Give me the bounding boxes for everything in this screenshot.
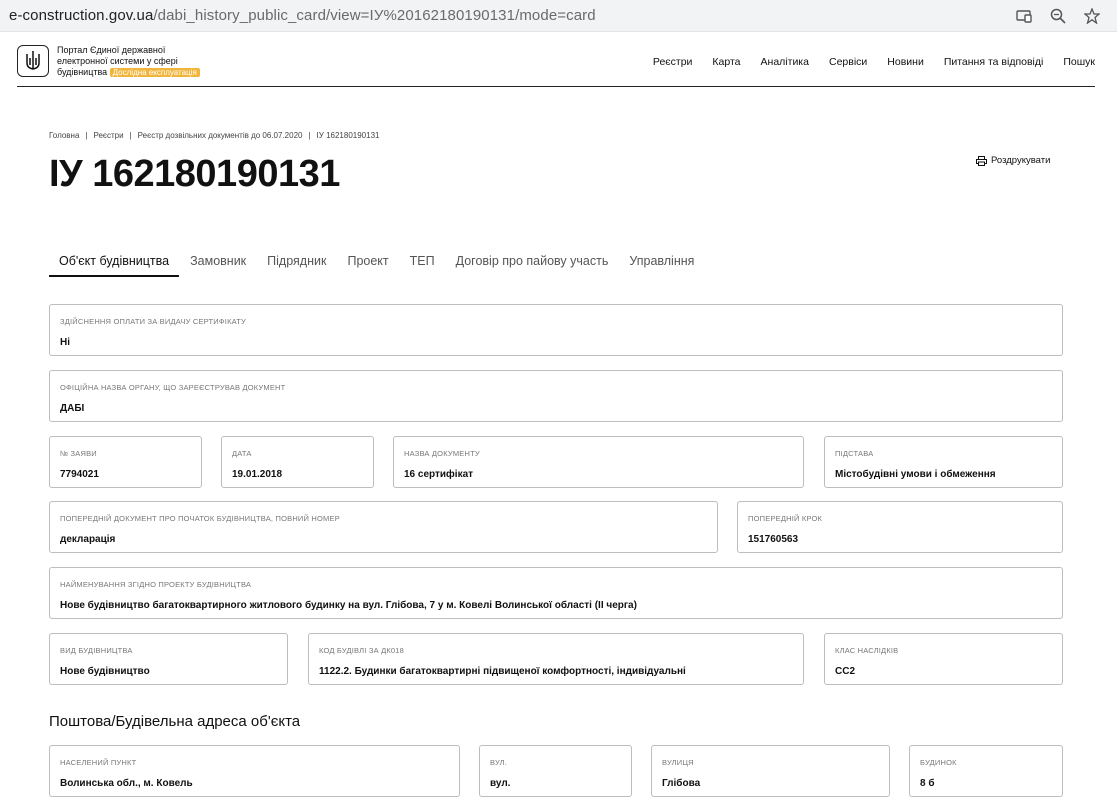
brand-line-1: Портал Єдиної державної bbox=[57, 45, 166, 55]
nav-services[interactable]: Сервіси bbox=[829, 56, 867, 68]
zoom-icon[interactable] bbox=[1049, 7, 1067, 25]
trident-logo-icon[interactable] bbox=[17, 45, 49, 77]
breadcrumb-separator: | bbox=[308, 131, 311, 140]
address-section-title: Поштова/Будівельна адреса об'єкта bbox=[49, 713, 301, 730]
brand-line-3: будівництва bbox=[57, 67, 108, 77]
print-button[interactable]: Роздрукувати bbox=[976, 155, 1050, 166]
tab-customer[interactable]: Замовник bbox=[180, 254, 256, 277]
field-label: Попередній документ про початок будівниц… bbox=[60, 514, 340, 523]
field-label: Найменування згідно проекту будівництва bbox=[60, 580, 252, 589]
url-path: /dabi_history_public_card/view=IУ%201621… bbox=[153, 7, 596, 24]
construction-type-field: Вид будівництва Нове будівництво bbox=[49, 633, 288, 685]
field-value: Волинська обл., м. Ковель bbox=[60, 778, 193, 789]
previous-document-field: Попередній документ про початок будівниц… bbox=[49, 501, 718, 553]
field-label: Попередній крок bbox=[748, 514, 823, 523]
field-value: 1122.2. Будинки багатоквартирні підвищен… bbox=[319, 666, 686, 677]
nav-analytics[interactable]: Аналітика bbox=[761, 56, 809, 68]
payment-field: Здійснення оплати за видачу сертифікату … bbox=[49, 304, 1063, 356]
field-value: Ні bbox=[60, 337, 70, 348]
breadcrumb-registries[interactable]: Реєстри bbox=[93, 131, 123, 140]
nav-news[interactable]: Новини bbox=[887, 56, 924, 68]
field-label: Будинок bbox=[920, 758, 957, 767]
main-nav: Реєстри Карта Аналітика Сервіси Новини П… bbox=[633, 56, 1095, 68]
printer-icon bbox=[976, 155, 987, 166]
nav-search[interactable]: Пошук bbox=[1063, 56, 1095, 68]
field-label: Код будівлі за ДК018 bbox=[319, 646, 405, 655]
previous-step-field: Попередній крок 151760563 bbox=[737, 501, 1063, 553]
field-value: СС2 bbox=[835, 666, 856, 677]
field-value: 8 б bbox=[920, 778, 935, 789]
field-label: Здійснення оплати за видачу сертифікату bbox=[60, 317, 246, 326]
field-value: ДАБІ bbox=[60, 403, 85, 414]
nav-registries[interactable]: Реєстри bbox=[653, 56, 693, 68]
project-name-field: Найменування згідно проекту будівництва … bbox=[49, 567, 1063, 619]
browser-address-bar[interactable]: e-construction.gov.ua/dabi_history_publi… bbox=[0, 0, 1117, 32]
authority-field: Офіційна назва органу, що зареєстрував д… bbox=[49, 370, 1063, 422]
locality-field: Населений пункт Волинська обл., м. Ковел… bbox=[49, 745, 460, 797]
breadcrumb-registry[interactable]: Реєстр дозвільних документів до 06.07.20… bbox=[138, 131, 303, 140]
page-title: ІУ 162180190131 bbox=[49, 153, 340, 195]
street-field: Вулиця Глібова bbox=[651, 745, 890, 797]
field-value: 151760563 bbox=[748, 534, 799, 545]
field-value: Містобудівні умови і обмеження bbox=[835, 469, 996, 480]
date-field: Дата 19.01.2018 bbox=[221, 436, 374, 488]
url-text[interactable]: e-construction.gov.ua/dabi_history_publi… bbox=[9, 7, 596, 24]
field-label: Клас наслідків bbox=[835, 646, 899, 655]
field-label: Вул. bbox=[490, 758, 508, 767]
nav-faq[interactable]: Питання та відповіді bbox=[944, 56, 1044, 68]
building-code-field: Код будівлі за ДК018 1122.2. Будинки баг… bbox=[308, 633, 804, 685]
basis-field: Підстава Містобудівні умови і обмеження bbox=[824, 436, 1063, 488]
cast-icon[interactable] bbox=[1015, 7, 1033, 25]
tab-management[interactable]: Управління bbox=[619, 254, 704, 277]
field-value: Глібова bbox=[662, 778, 701, 789]
bookmark-star-icon[interactable] bbox=[1083, 7, 1101, 25]
field-label: Назва документу bbox=[404, 449, 480, 458]
field-label: № заяви bbox=[60, 449, 97, 458]
tab-shared-contract[interactable]: Договір про пайову участь bbox=[446, 254, 619, 277]
nav-map[interactable]: Карта bbox=[712, 56, 740, 68]
document-name-field: Назва документу 16 сертифікат bbox=[393, 436, 804, 488]
field-label: Вулиця bbox=[662, 758, 694, 767]
field-label: Вид будівництва bbox=[60, 646, 133, 655]
brand-line-2: електронної системи у сфері bbox=[57, 56, 178, 66]
url-host: e-construction.gov.ua bbox=[9, 7, 154, 24]
consequence-class-field: Клас наслідків СС2 bbox=[824, 633, 1063, 685]
breadcrumb-home[interactable]: Головна bbox=[49, 131, 79, 140]
building-number-field: Будинок 8 б bbox=[909, 745, 1063, 797]
site-header: Портал Єдиної державної електронної сист… bbox=[17, 42, 1095, 87]
field-value: 19.01.2018 bbox=[232, 469, 283, 480]
field-label: Підстава bbox=[835, 449, 874, 458]
portal-brand[interactable]: Портал Єдиної державної електронної сист… bbox=[57, 45, 257, 78]
breadcrumb: Головна | Реєстри | Реєстр дозвільних доку… bbox=[49, 131, 379, 140]
field-label: Населений пункт bbox=[60, 758, 137, 767]
field-value: Нове будівництво bbox=[60, 666, 150, 677]
tabs: Об'єкт будівництва Замовник Підрядник Пр… bbox=[49, 254, 705, 277]
beta-badge: Дослідна експлуатація bbox=[109, 68, 200, 77]
street-type-field: Вул. вул. bbox=[479, 745, 632, 797]
field-value: 16 сертифікат bbox=[404, 469, 474, 480]
field-value: 7794021 bbox=[60, 469, 99, 480]
field-value: вул. bbox=[490, 778, 511, 789]
field-value: Нове будівництво багатоквартирного житло… bbox=[60, 600, 637, 611]
tab-tep[interactable]: ТЕП bbox=[400, 254, 445, 277]
field-value: декларація bbox=[60, 534, 116, 545]
field-label: Офіційна назва органу, що зареєстрував д… bbox=[60, 383, 286, 392]
field-label: Дата bbox=[232, 449, 252, 458]
breadcrumb-current: ІУ 162180190131 bbox=[316, 131, 380, 140]
print-label: Роздрукувати bbox=[991, 155, 1051, 166]
tab-contractor[interactable]: Підрядник bbox=[257, 254, 336, 277]
tab-construction-object[interactable]: Об'єкт будівництва bbox=[49, 254, 180, 277]
breadcrumb-separator: | bbox=[129, 131, 132, 140]
breadcrumb-separator: | bbox=[85, 131, 88, 140]
tab-project[interactable]: Проект bbox=[337, 254, 398, 277]
application-number-field: № заяви 7794021 bbox=[49, 436, 202, 488]
